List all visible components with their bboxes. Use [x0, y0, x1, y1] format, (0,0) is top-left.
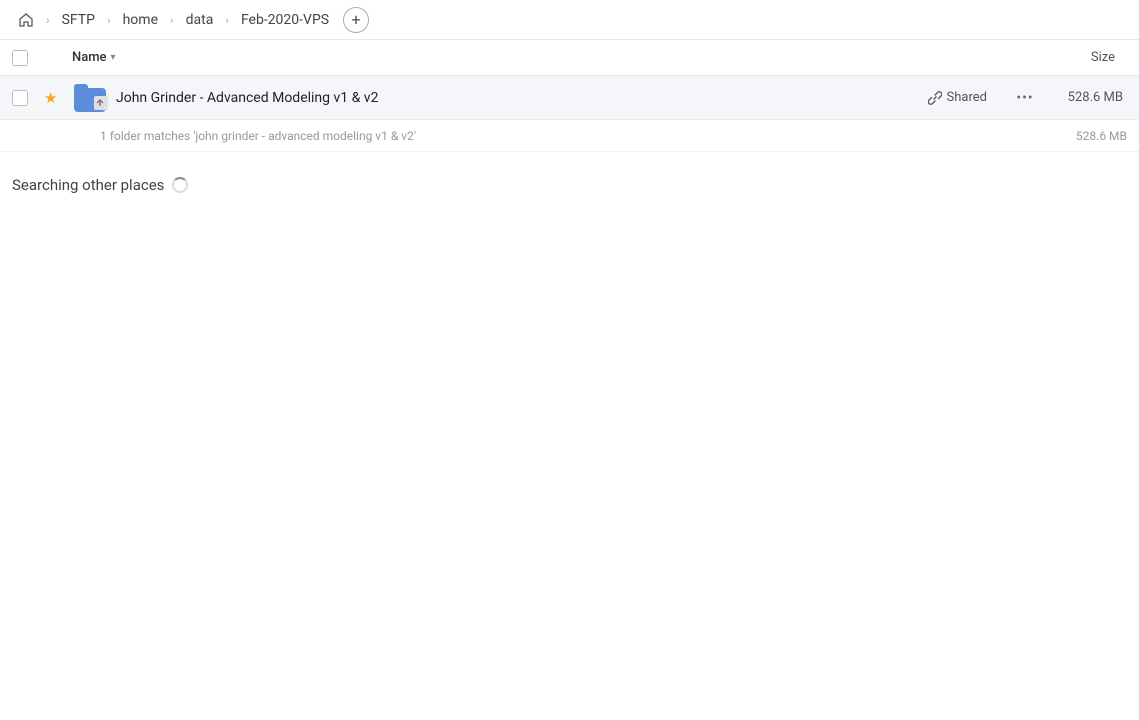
folder-badge-icon: [94, 96, 108, 110]
size-column-header[interactable]: Size: [1027, 50, 1127, 65]
add-tab-button[interactable]: +: [343, 7, 369, 33]
select-all-checkbox-col: [12, 50, 44, 66]
file-checkbox-col: [12, 90, 44, 106]
name-column-label: Name: [72, 50, 107, 65]
breadcrumb-sep-1: ›: [44, 13, 52, 27]
name-sort-arrow: ▾: [111, 52, 116, 63]
match-info-row: 1 folder matches 'john grinder - advance…: [0, 120, 1139, 152]
home-breadcrumb-button[interactable]: [12, 6, 40, 34]
searching-spinner: [172, 177, 188, 193]
folder-icon: [74, 84, 106, 112]
breadcrumb-home[interactable]: home: [117, 8, 164, 32]
file-list-item[interactable]: ★ John Grinder - Advanced Modeling v1 & …: [0, 76, 1139, 120]
file-more-button[interactable]: •••: [1011, 84, 1039, 112]
select-all-checkbox[interactable]: [12, 50, 28, 66]
folder-body: [74, 88, 106, 112]
file-icon-wrap: [72, 84, 108, 112]
breadcrumb-sep-4: ›: [223, 13, 231, 27]
match-info-size: 528.6 MB: [1076, 129, 1127, 143]
file-checkbox[interactable]: [12, 90, 28, 106]
shared-label: Shared: [947, 90, 987, 105]
more-icon: •••: [1016, 90, 1033, 106]
file-star[interactable]: ★: [44, 89, 72, 107]
name-column-header[interactable]: Name ▾: [72, 50, 1027, 65]
breadcrumb-bar: › SFTP › home › data › Feb-2020-VPS +: [0, 0, 1139, 40]
breadcrumb-sep-2: ›: [105, 13, 113, 27]
shared-badge: Shared: [920, 87, 995, 108]
file-name[interactable]: John Grinder - Advanced Modeling v1 & v2: [116, 90, 920, 106]
breadcrumb-sep-3: ›: [168, 13, 176, 27]
file-size: 528.6 MB: [1047, 90, 1127, 105]
breadcrumb-data[interactable]: data: [180, 8, 220, 32]
star-icon: ★: [44, 89, 57, 107]
breadcrumb-feb2020[interactable]: Feb-2020-VPS: [235, 8, 335, 32]
link-icon: [928, 91, 942, 105]
breadcrumb-sftp[interactable]: SFTP: [56, 8, 101, 32]
match-info-text: 1 folder matches 'john grinder - advance…: [100, 129, 416, 143]
searching-label: Searching other places: [12, 176, 164, 194]
column-header: Name ▾ Size: [0, 40, 1139, 76]
searching-section: Searching other places: [0, 152, 1139, 194]
